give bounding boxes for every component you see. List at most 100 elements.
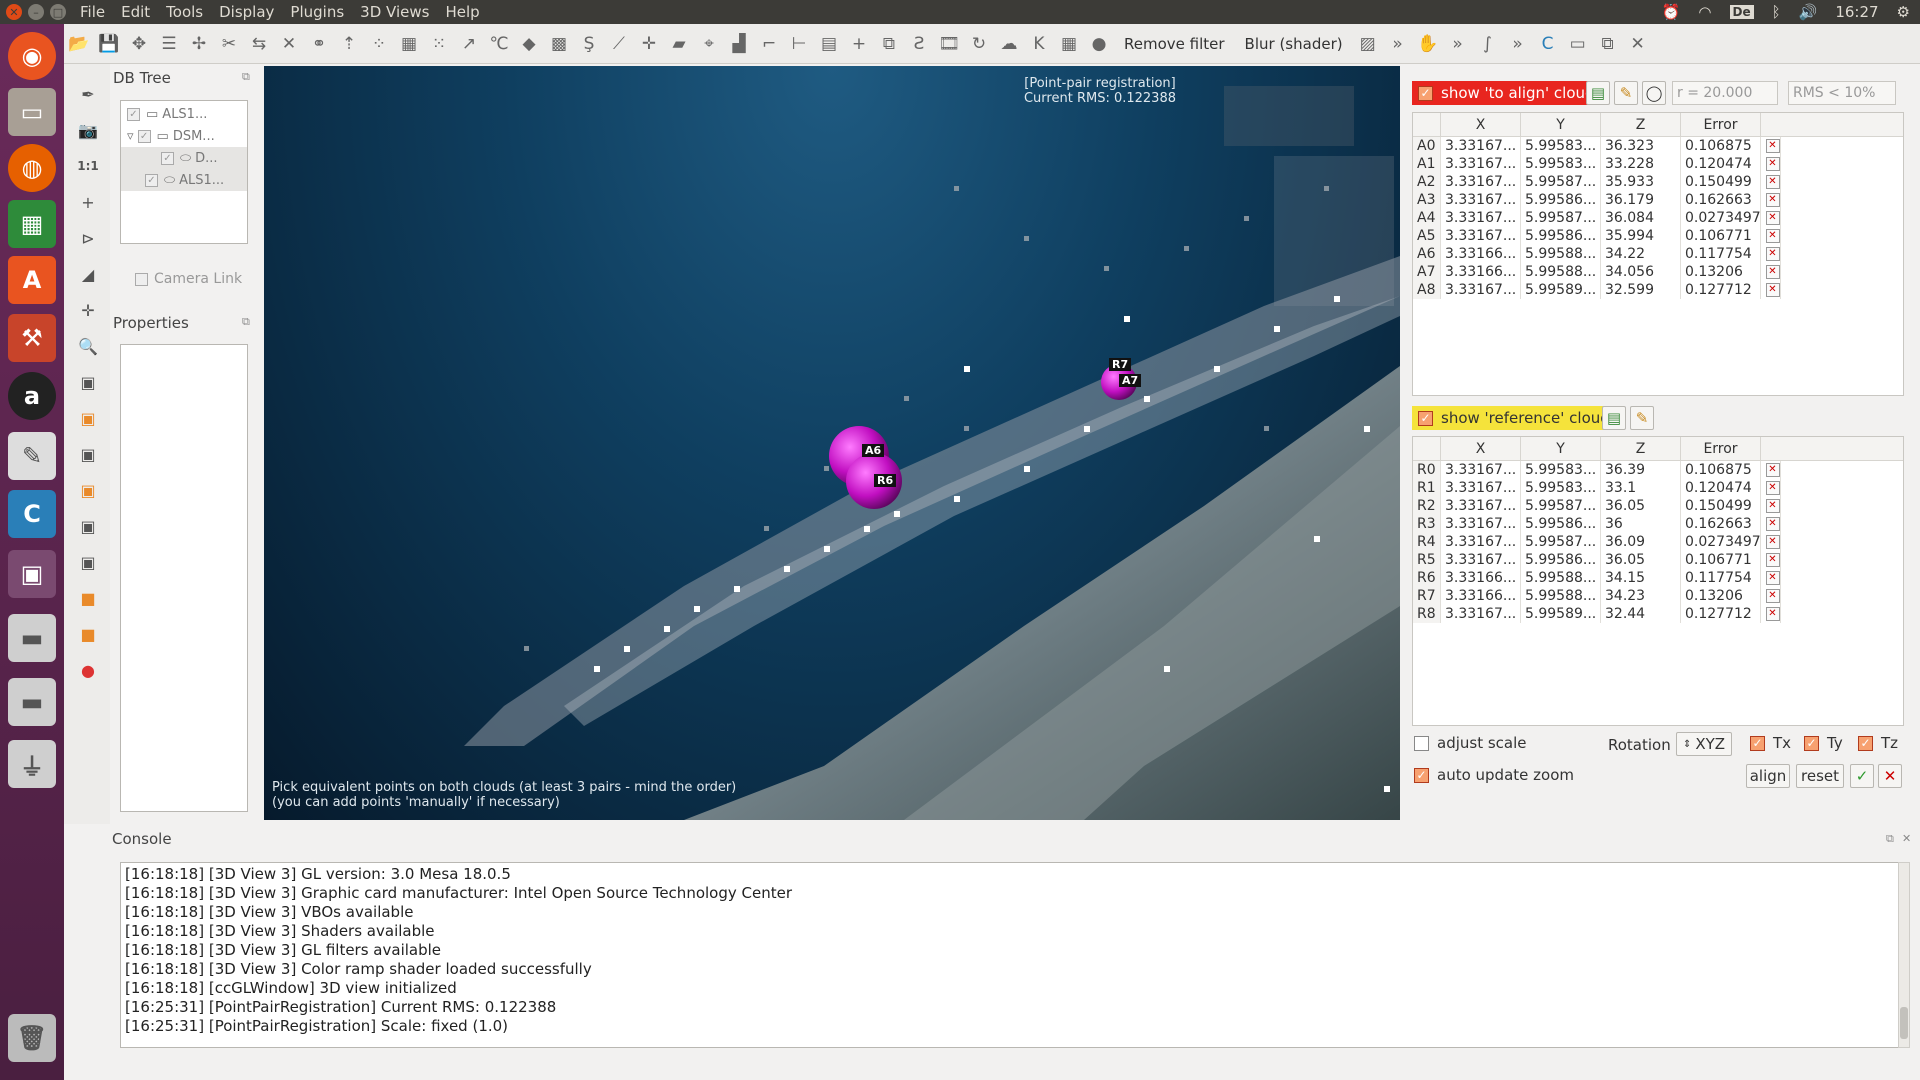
tree-item-checkbox[interactable]: ✓ xyxy=(137,129,151,143)
chart-icon[interactable]: ⌐ xyxy=(754,30,784,58)
properties-undock-icon[interactable]: ⧉ xyxy=(242,315,250,329)
ubuntu-dash-icon[interactable]: ◉ xyxy=(8,32,56,80)
ty-checkbox[interactable]: ✓ Ty xyxy=(1804,734,1843,752)
view-bottom-icon[interactable]: ▣ xyxy=(76,550,100,574)
ruler-icon[interactable]: ⊢ xyxy=(784,30,814,58)
menu-display[interactable]: Display xyxy=(219,3,274,21)
link-icon[interactable]: ⇆ xyxy=(244,30,274,58)
fill-icon[interactable]: ◆ xyxy=(514,30,544,58)
table-row[interactable]: R7 3.33166... 5.99588... 34.23 0.13206 ✕ xyxy=(1413,587,1903,605)
remove-point-icon[interactable]: ✕ xyxy=(1765,175,1780,189)
close-window-icon[interactable]: ✕ xyxy=(6,4,22,20)
menu-edit[interactable]: Edit xyxy=(121,3,150,21)
text-editor-icon[interactable]: ✎ xyxy=(8,432,56,480)
sor-filter-icon[interactable]: Ş xyxy=(574,30,604,58)
show-to-align-toggle[interactable]: ✓ show 'to align' cloud xyxy=(1412,81,1601,105)
tree-item[interactable]: ✓ ⬭ ALS1... xyxy=(121,169,247,191)
table-row[interactable]: R0 3.33167... 5.99583... 36.39 0.106875 ✕ xyxy=(1413,461,1903,479)
to-align-points-table[interactable]: X Y Z Error A0 3.33167... 5.99583... 36.323… xyxy=(1412,112,1904,396)
remove-point-icon[interactable]: ✕ xyxy=(1765,463,1780,477)
tree-item-checkbox[interactable]: ✓ xyxy=(127,107,140,121)
remove-point-icon[interactable]: ✕ xyxy=(1765,265,1780,279)
remove-point-icon[interactable]: ✕ xyxy=(1765,481,1780,495)
stereo-icon[interactable]: ● xyxy=(76,658,100,682)
remove-point-icon[interactable]: ✕ xyxy=(1765,247,1780,261)
window-restore-icon[interactable]: ⧉ xyxy=(1593,30,1623,58)
table-row[interactable]: A0 3.33167... 5.99583... 36.323 0.106875 ✕ xyxy=(1413,137,1903,155)
remove-filter-button[interactable]: Remove filter xyxy=(1114,35,1235,53)
show-reference-toggle[interactable]: ✓ show 'reference' cloud xyxy=(1412,406,1616,430)
remove-point-icon[interactable]: ✕ xyxy=(1765,229,1780,243)
tree-item[interactable]: ✓ ⬭ D... xyxy=(121,147,247,169)
sf-icon[interactable]: Ƨ xyxy=(904,30,934,58)
grid-tool-icon[interactable]: ▤ xyxy=(1586,81,1610,105)
delete-icon[interactable]: ✕ xyxy=(274,30,304,58)
noise-icon[interactable]: ⁙ xyxy=(424,30,454,58)
files-icon[interactable]: ▭ xyxy=(8,88,56,136)
remove-point-icon[interactable]: ✕ xyxy=(1765,283,1780,297)
clock[interactable]: 16:27 xyxy=(1835,3,1878,21)
maximize-window-icon[interactable]: □ xyxy=(50,4,66,20)
tree-item[interactable]: ✓ ▭ ALS1... xyxy=(121,103,247,125)
remove-point-icon[interactable]: ✕ xyxy=(1765,571,1780,585)
distance-icon[interactable]: ↗ xyxy=(454,30,484,58)
table-row[interactable]: A1 3.33167... 5.99583... 33.228 0.120474 ✕ xyxy=(1413,155,1903,173)
column-header[interactable]: Y xyxy=(1521,113,1601,136)
list-icon[interactable]: ☰ xyxy=(154,30,184,58)
column-header[interactable]: X xyxy=(1441,113,1521,136)
minimize-window-icon[interactable]: – xyxy=(28,4,44,20)
column-header[interactable]: X xyxy=(1441,437,1521,460)
alarm-icon[interactable]: ⏰ xyxy=(1662,3,1681,21)
remove-point-icon[interactable]: ✕ xyxy=(1765,589,1780,603)
console-log[interactable]: [16:18:18] [3D View 3] GL version: 3.0 M… xyxy=(120,862,1900,1048)
reference-points-table[interactable]: X Y Z Error R0 3.33167... 5.99583... 36.39 0… xyxy=(1412,436,1904,726)
view-top-icon[interactable]: ▣ xyxy=(76,370,100,394)
mesh-icon[interactable]: ▦ xyxy=(1054,30,1084,58)
pick-icon[interactable]: ⟋ xyxy=(604,30,634,58)
wifi-icon[interactable]: ◠ xyxy=(1698,3,1711,21)
zoom-icon[interactable]: 🔍 xyxy=(76,334,100,358)
curve-icon[interactable]: ∫ xyxy=(1473,30,1503,58)
bluetooth-icon[interactable]: ᛒ xyxy=(1772,3,1781,21)
remove-point-icon[interactable]: ✕ xyxy=(1765,157,1780,171)
view-left-icon[interactable]: ▣ xyxy=(76,442,100,466)
tree-item-checkbox[interactable]: ✓ xyxy=(145,173,158,187)
column-header[interactable]: Z xyxy=(1601,437,1681,460)
table-row[interactable]: R5 3.33167... 5.99586... 36.05 0.106771 ✕ xyxy=(1413,551,1903,569)
open-icon[interactable]: 📂 xyxy=(64,30,94,58)
table-row[interactable]: R8 3.33167... 5.99589... 32.44 0.127712 ✕ xyxy=(1413,605,1903,623)
tree-item[interactable]: ▿ ✓ ▭ DSM... xyxy=(121,125,247,147)
subsample-icon[interactable]: ⁘ xyxy=(364,30,394,58)
camera-link-checkbox[interactable]: Camera Link xyxy=(135,271,242,287)
pencil-icon[interactable]: ✎ xyxy=(1630,406,1654,430)
console-close-icon[interactable]: ✕ xyxy=(1902,832,1911,845)
add-icon[interactable]: + xyxy=(844,30,874,58)
crosshair-icon[interactable]: + xyxy=(76,190,100,214)
remove-point-icon[interactable]: ✕ xyxy=(1765,499,1780,513)
column-header[interactable]: Z xyxy=(1601,113,1681,136)
sphere-icon[interactable]: ● xyxy=(1084,30,1114,58)
merge-icon[interactable]: ⚭ xyxy=(304,30,334,58)
cross-section-icon[interactable]: ⌖ xyxy=(694,30,724,58)
trash-icon[interactable]: 🗑 xyxy=(8,1014,56,1062)
table-row[interactable]: R4 3.33167... 5.99587... 36.09 0.0273497 ✕ xyxy=(1413,533,1903,551)
hand-icon[interactable]: ✋ xyxy=(1413,30,1443,58)
drive-icon[interactable]: ▬ xyxy=(8,614,56,662)
remove-point-icon[interactable]: ✕ xyxy=(1765,193,1780,207)
remove-point-icon[interactable]: ✕ xyxy=(1765,535,1780,549)
film-icon[interactable]: 🎞 xyxy=(934,30,964,58)
view-front-icon[interactable]: ▣ xyxy=(76,406,100,430)
cloudcompare-icon[interactable]: C xyxy=(8,490,56,538)
rotate-icon[interactable]: ↻ xyxy=(964,30,994,58)
expand-icon[interactable]: ▿ xyxy=(127,129,134,144)
db-tree[interactable]: ✓ ▭ ALS1... ▿ ✓ ▭ DSM... ✓ ⬭ D... ✓ ⬭ ALS1... xyxy=(120,100,248,244)
table-row[interactable]: A7 3.33166... 5.99588... 34.056 0.13206 ✕ xyxy=(1413,263,1903,281)
firefox-icon[interactable]: ◍ xyxy=(8,144,56,192)
table-row[interactable]: A6 3.33166... 5.99588... 34.22 0.117754 ✕ xyxy=(1413,245,1903,263)
more-tools-3-icon[interactable]: » xyxy=(1503,30,1533,58)
software-center-icon[interactable]: A xyxy=(8,256,56,304)
histogram-icon[interactable]: ▟ xyxy=(724,30,754,58)
more-tools-icon[interactable]: » xyxy=(1383,30,1413,58)
remove-point-icon[interactable]: ✕ xyxy=(1765,211,1780,225)
align-button[interactable]: align xyxy=(1746,764,1790,788)
